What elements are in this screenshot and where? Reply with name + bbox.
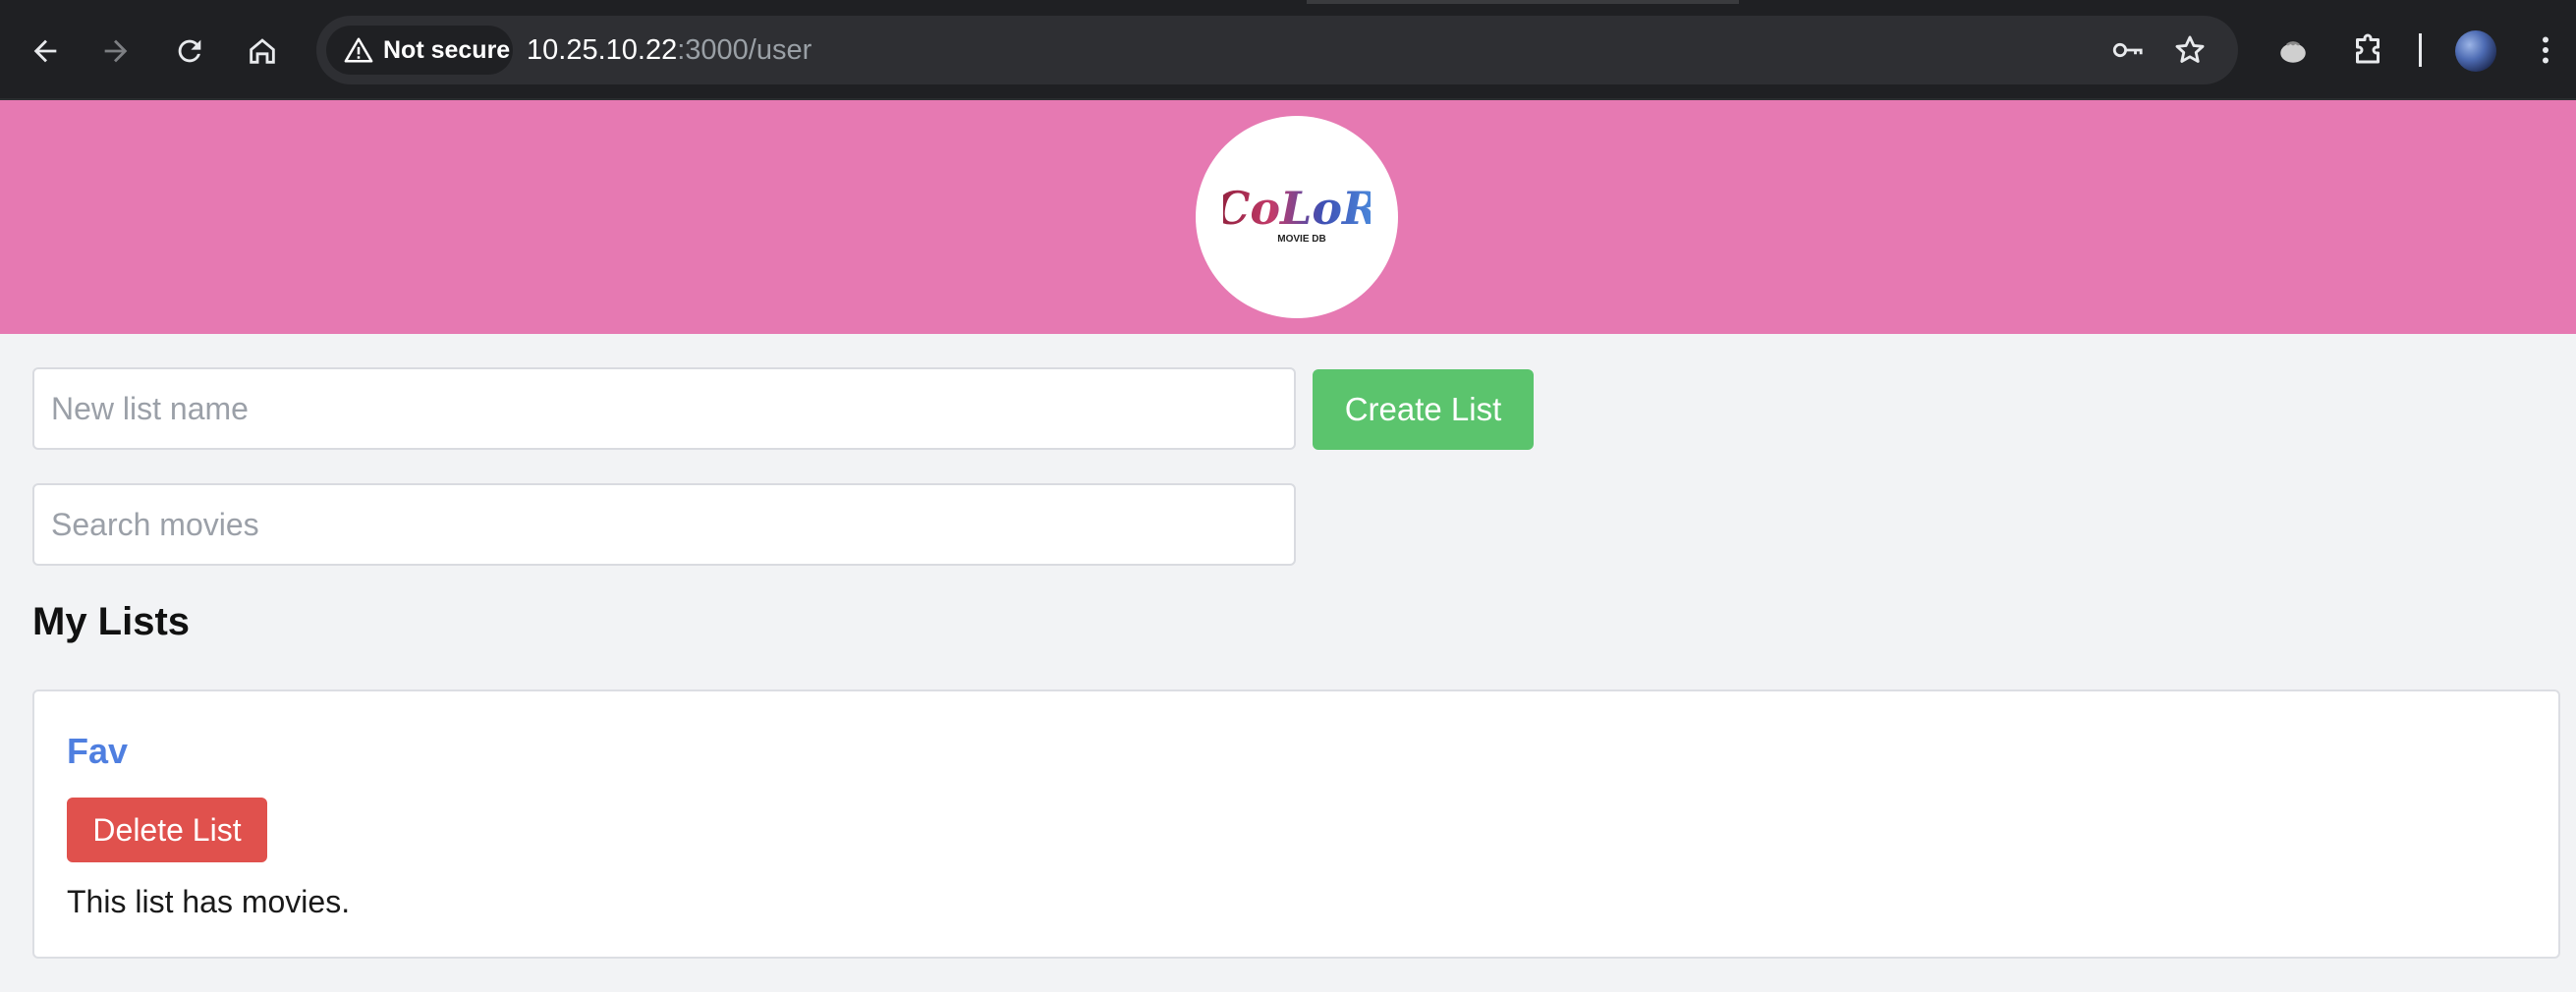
url-path: :3000/user bbox=[677, 34, 812, 66]
reload-icon bbox=[178, 39, 201, 63]
toolbar-divider bbox=[2419, 33, 2422, 67]
create-list-button[interactable]: Create List bbox=[1313, 369, 1534, 450]
site-info-chip[interactable]: Not secure bbox=[326, 26, 513, 75]
logo-wordmark: CoLoR bbox=[1223, 182, 1371, 235]
search-movies-input[interactable] bbox=[32, 483, 1296, 566]
url-text[interactable]: 10.25.10.22:3000/user bbox=[527, 16, 812, 84]
extensions-menu-button[interactable] bbox=[2342, 25, 2393, 76]
security-label: Not secure bbox=[383, 35, 511, 64]
browser-menu-button[interactable] bbox=[2520, 25, 2571, 76]
my-lists-heading: My Lists bbox=[32, 600, 191, 643]
logo-subtitle: MOVIE DB bbox=[1277, 234, 1325, 245]
home-icon bbox=[250, 38, 275, 64]
password-key-button[interactable] bbox=[2104, 28, 2150, 73]
back-button[interactable] bbox=[15, 21, 76, 82]
extension-tomato-icon bbox=[2280, 41, 2306, 63]
list-card: Fav Delete List This list has movies. bbox=[32, 689, 2560, 959]
home-button[interactable] bbox=[232, 21, 293, 82]
forward-icon bbox=[104, 39, 128, 63]
extension-button[interactable] bbox=[2268, 25, 2319, 76]
list-status-text: This list has movies. bbox=[67, 884, 351, 919]
star-icon bbox=[2175, 35, 2205, 63]
back-icon bbox=[33, 39, 57, 63]
delete-list-button[interactable]: Delete List bbox=[67, 798, 267, 862]
url-host: 10.25.10.22 bbox=[527, 34, 678, 66]
color-movie-db-logo: CoLoR MOVIE DB bbox=[1223, 182, 1371, 245]
reload-button[interactable] bbox=[159, 21, 220, 82]
tab-strip-edge bbox=[1307, 0, 1739, 4]
list-name-link[interactable]: Fav bbox=[67, 731, 128, 772]
site-header: CoLoR MOVIE DB bbox=[0, 100, 2576, 334]
new-list-name-input[interactable] bbox=[32, 367, 1296, 450]
browser-toolbar: Not secure 10.25.10.22:3000/user bbox=[0, 0, 2576, 100]
extension-puzzle-icon bbox=[2356, 33, 2380, 64]
site-logo[interactable]: CoLoR MOVIE DB bbox=[1196, 116, 1398, 318]
warning-icon bbox=[344, 37, 373, 63]
forward-button[interactable] bbox=[85, 21, 146, 82]
key-icon bbox=[2112, 42, 2143, 58]
address-bar[interactable]: Not secure 10.25.10.22:3000/user bbox=[316, 16, 2238, 84]
bookmark-star-button[interactable] bbox=[2167, 28, 2212, 73]
profile-avatar[interactable] bbox=[2455, 30, 2496, 72]
menu-dots-icon bbox=[2543, 36, 2548, 64]
